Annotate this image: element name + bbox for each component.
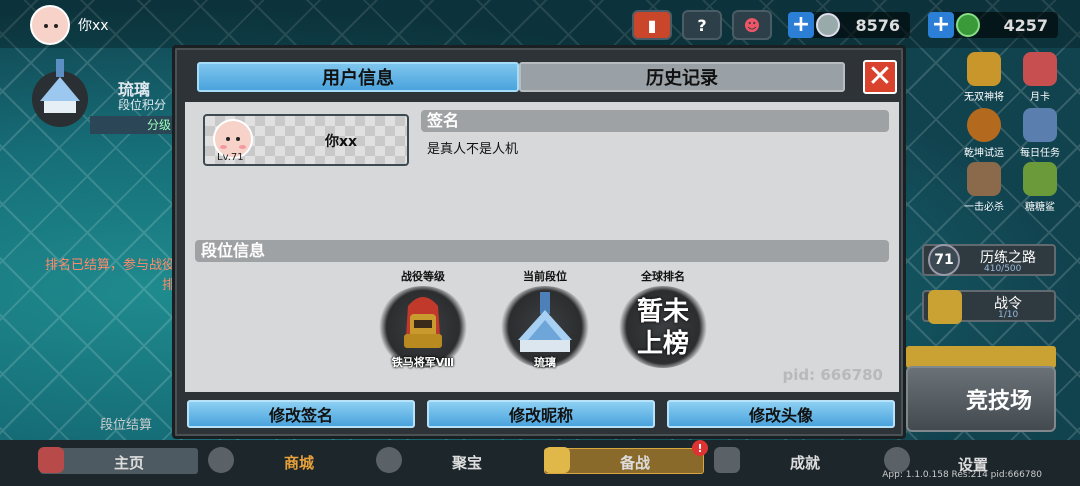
avatar-eye — [226, 137, 230, 141]
player-name: 你xx — [78, 18, 109, 34]
prepare-icon — [544, 447, 570, 473]
user-info-dialog: 用户信息 历史记录 ✕ 你xx Lv.71 签名 是真人不是人机 段位信息 战役… — [172, 45, 906, 439]
book-glyph: ▮ — [647, 15, 657, 35]
player-id: pid: 666780 — [782, 366, 883, 384]
jade-coin-icon — [956, 13, 980, 37]
arena-button[interactable]: 竞技场 — [906, 366, 1056, 432]
training-path[interactable]: 71 历练之路 410/500 — [922, 244, 1056, 276]
feature-label: 一击必杀 — [964, 202, 1004, 213]
tab-user-info[interactable]: 用户信息 — [197, 62, 519, 92]
rank-info-header: 段位信息 — [195, 240, 889, 262]
current-rank: 当前段位 琉璃 — [495, 268, 595, 369]
nav-treasure[interactable]: 聚宝 — [452, 452, 482, 473]
battle-pass[interactable]: 战令 1/10 — [922, 290, 1056, 324]
rank-points-label: 段位积分 — [118, 98, 167, 112]
card-icon — [1023, 52, 1057, 86]
edit-nickname-button[interactable]: 修改昵称 — [427, 400, 655, 428]
campaign-level: 战役等级 铁马将军Ⅷ — [373, 268, 473, 369]
top-bar — [0, 0, 1080, 48]
friends-icon[interactable]: ☻ — [732, 10, 772, 40]
path-progress: 410/500 — [984, 264, 1022, 274]
arena-label: 竞技场 — [965, 389, 1032, 414]
avatar-eye — [236, 137, 240, 141]
global-rank-emblem: 暂未 上榜 — [618, 286, 708, 368]
avatar-cheek — [220, 145, 227, 149]
nav-prepare[interactable]: 备战 — [620, 452, 650, 473]
score-bar: 分级 — [90, 116, 175, 134]
feature-label: 乾坤试运 — [964, 148, 1004, 159]
tasks-icon — [1023, 108, 1057, 142]
friends-glyph: ☻ — [743, 15, 761, 35]
shop-icon — [208, 447, 234, 473]
battle-pass-progress: 1/10 — [998, 310, 1019, 320]
treasure-icon — [376, 447, 402, 473]
feature-label: 月卡 — [1030, 92, 1050, 103]
add-jade-button[interactable]: + — [928, 12, 954, 38]
current-rank-label: 当前段位 — [523, 270, 567, 283]
signature-text: 是真人不是人机 — [427, 142, 519, 157]
notice-line-1: 排名已结算，参与战役 — [44, 258, 175, 273]
general-icon — [967, 52, 1001, 86]
feature-candy-shark[interactable]: 糖糖鲨 — [1018, 162, 1062, 213]
edit-signature-button[interactable]: 修改签名 — [187, 400, 415, 428]
achievement-icon — [714, 447, 740, 473]
global-rank-value: 暂未 上榜 — [618, 296, 708, 360]
silver-coin-icon — [816, 13, 840, 37]
campaign-level-value: 铁马将军Ⅷ — [391, 356, 455, 369]
dialog-content: 你xx Lv.71 签名 是真人不是人机 段位信息 战役等级 铁马将军Ⅷ 当前段… — [185, 102, 899, 392]
feature-monthly-card[interactable]: 月卡 — [1018, 52, 1062, 103]
rank-summary[interactable]: 琉璃 段位积分 分级 — [0, 68, 175, 138]
signature-header: 签名 — [421, 110, 889, 132]
help-icon[interactable]: ? — [682, 10, 722, 40]
feature-label: 无双神将 — [964, 92, 1004, 103]
rank-settle-label: 段位结算 — [100, 418, 153, 433]
feature-wushuang[interactable]: 无双神将 — [962, 52, 1006, 103]
avatar-eye — [54, 24, 58, 28]
nav-achievements[interactable]: 成就 — [790, 452, 820, 473]
feature-label: 糖糖鲨 — [1025, 202, 1055, 213]
player-avatar[interactable] — [30, 5, 70, 45]
help-glyph: ? — [697, 15, 707, 35]
home-icon — [38, 447, 64, 473]
app-version-info: App: 1.1.0.158 Res:214 pid:666780 — [882, 470, 1042, 480]
current-rank-emblem-icon: 琉璃 — [500, 286, 590, 369]
notice-line-2: 排 — [161, 278, 175, 293]
trial-icon — [967, 108, 1001, 142]
nav-home[interactable]: 主页 — [114, 452, 144, 473]
profile-card: 你xx Lv.71 — [203, 114, 409, 166]
shark-icon — [1023, 162, 1057, 196]
notification-badge: ! — [692, 440, 708, 456]
global-rank-line-1: 暂未 — [636, 297, 689, 327]
avatar-cheek — [239, 145, 246, 149]
campaign-level-label: 战役等级 — [401, 270, 445, 283]
feature-one-hit[interactable]: 一击必杀 — [962, 162, 1006, 213]
battle-pass-icon — [928, 290, 962, 324]
fist-icon — [967, 162, 1001, 196]
add-silver-button[interactable]: + — [788, 12, 814, 38]
edit-avatar-button[interactable]: 修改头像 — [667, 400, 895, 428]
score-label: 分级 — [146, 118, 171, 132]
profile-name: 你xx — [325, 134, 358, 150]
arena-reward-bar — [906, 346, 1056, 368]
level-badge: 71 — [928, 244, 960, 276]
nav-shop[interactable]: 商城 — [284, 452, 314, 473]
campaign-emblem-icon: 铁马将军Ⅷ — [378, 286, 468, 369]
current-rank-value: 琉璃 — [534, 356, 556, 369]
feature-qiankun[interactable]: 乾坤试运 — [962, 108, 1006, 159]
avatar-eye — [44, 24, 48, 28]
global-rank: 全球排名 暂未 上榜 — [613, 268, 713, 368]
book-icon[interactable]: ▮ — [632, 10, 672, 40]
close-icon[interactable]: ✕ — [863, 60, 897, 94]
profile-level: Lv.71 — [217, 152, 244, 163]
tab-history[interactable]: 历史记录 — [519, 62, 845, 92]
global-rank-label: 全球排名 — [641, 270, 685, 283]
feature-daily-tasks[interactable]: 每日任务 — [1018, 108, 1062, 159]
feature-label: 每日任务 — [1020, 148, 1060, 159]
settlement-notice: 排名已结算，参与战役 排 — [0, 256, 175, 296]
global-rank-line-2: 上榜 — [636, 329, 689, 359]
